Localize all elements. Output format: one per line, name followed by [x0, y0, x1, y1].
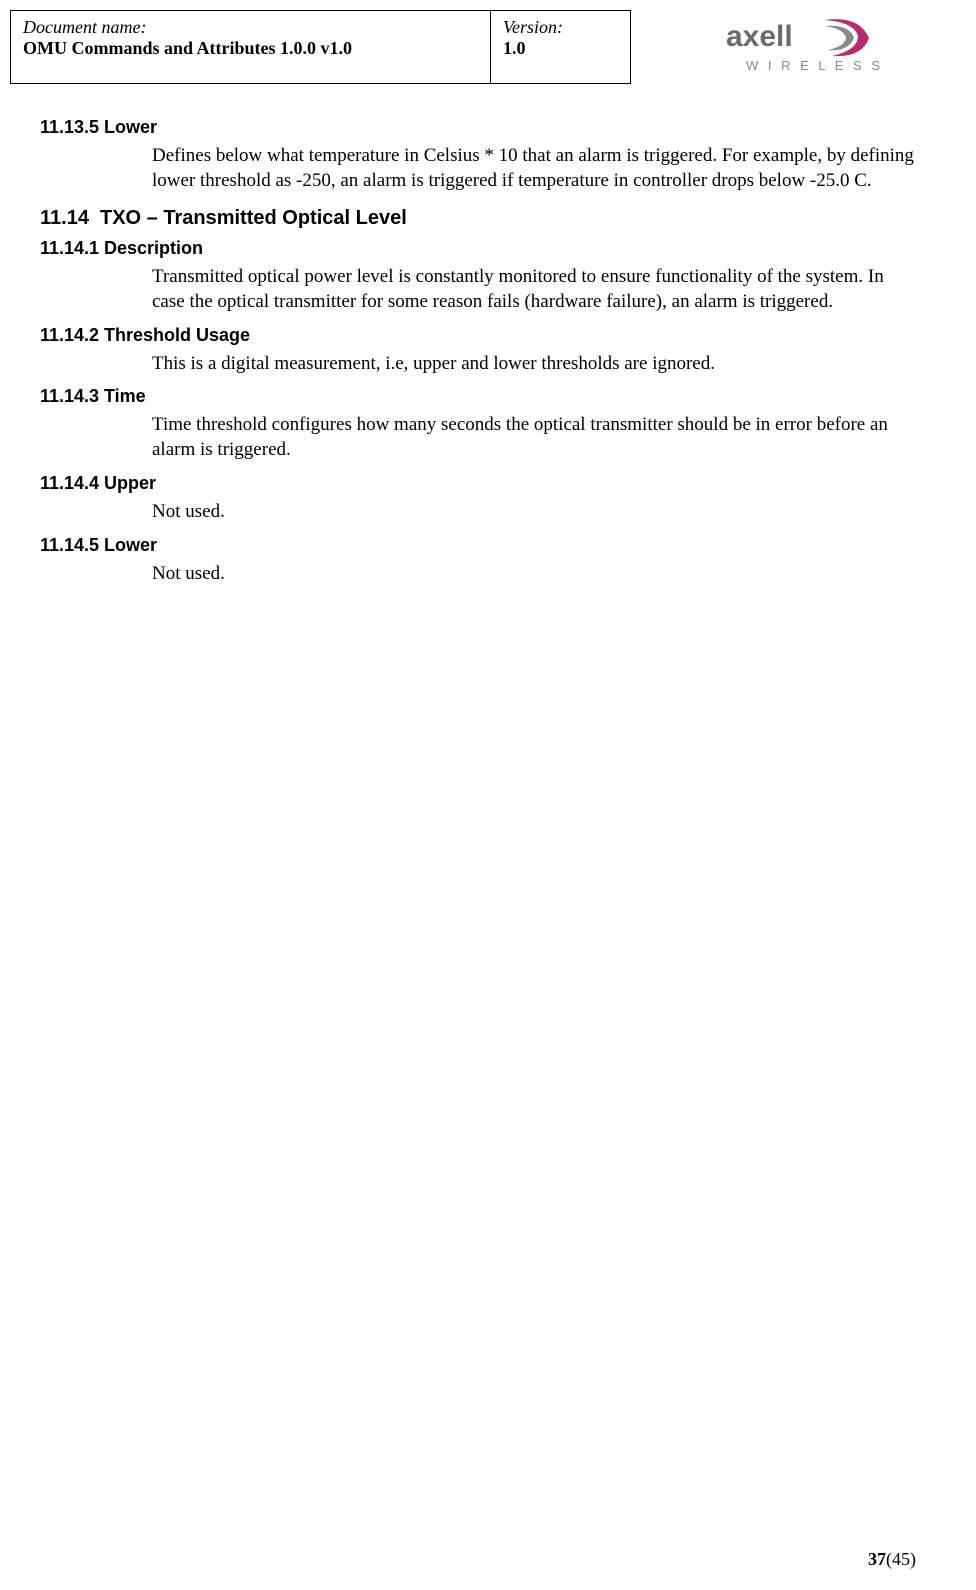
heading-number: 11.14.1 — [40, 238, 104, 259]
heading-number: 11.14.2 — [40, 325, 104, 346]
page-footer: 37(45) — [868, 1549, 916, 1570]
logo-text-top: axell — [726, 20, 793, 53]
heading-title: Threshold Usage — [104, 325, 250, 345]
body-11-14-5: Not used. — [152, 562, 916, 587]
logo-text-bottom: W I R E L E S S — [746, 58, 883, 73]
heading-title: Description — [104, 238, 203, 258]
heading-title: Lower — [104, 117, 157, 137]
page-number: 37 — [868, 1549, 886, 1569]
docname-label: Document name: — [23, 17, 478, 38]
heading-11-14-4: 11.14.4Upper — [40, 473, 926, 494]
page-content: 11.13.5Lower Defines below what temperat… — [0, 89, 976, 586]
heading-number: 11.14.3 — [40, 386, 104, 407]
page-total: (45) — [886, 1549, 916, 1569]
heading-11-14: 11.14TXO – Transmitted Optical Level — [40, 207, 926, 230]
axell-wireless-logo-icon: axell W I R E L E S S — [726, 18, 926, 80]
heading-title: Lower — [104, 535, 157, 555]
page-header: Document name: OMU Commands and Attribut… — [0, 0, 976, 89]
body-11-14-3: Time threshold configures how many secon… — [152, 413, 916, 462]
version-label: Version: — [503, 17, 618, 38]
heading-title: TXO – Transmitted Optical Level — [100, 207, 407, 229]
brand-logo: axell W I R E L E S S — [726, 18, 926, 80]
heading-11-14-5: 11.14.5Lower — [40, 535, 926, 556]
heading-number: 11.14 — [40, 207, 100, 230]
version-value: 1.0 — [503, 38, 618, 59]
body-11-14-1: Transmitted optical power level is const… — [152, 265, 916, 314]
heading-number: 11.14.5 — [40, 535, 104, 556]
doc-info-table: Document name: OMU Commands and Attribut… — [10, 10, 631, 84]
heading-title: Time — [104, 386, 146, 406]
heading-11-14-2: 11.14.2Threshold Usage — [40, 325, 926, 346]
heading-11-14-3: 11.14.3Time — [40, 386, 926, 407]
body-11-14-4: Not used. — [152, 500, 916, 525]
heading-number: 11.13.5 — [40, 117, 104, 138]
docname-value: OMU Commands and Attributes 1.0.0 v1.0 — [23, 38, 478, 59]
heading-title: Upper — [104, 473, 156, 493]
heading-number: 11.14.4 — [40, 473, 104, 494]
body-11-14-2: This is a digital measurement, i.e, uppe… — [152, 352, 916, 377]
heading-11-14-1: 11.14.1Description — [40, 238, 926, 259]
body-11-13-5: Defines below what temperature in Celsiu… — [152, 144, 916, 193]
heading-11-13-5: 11.13.5Lower — [40, 117, 926, 138]
